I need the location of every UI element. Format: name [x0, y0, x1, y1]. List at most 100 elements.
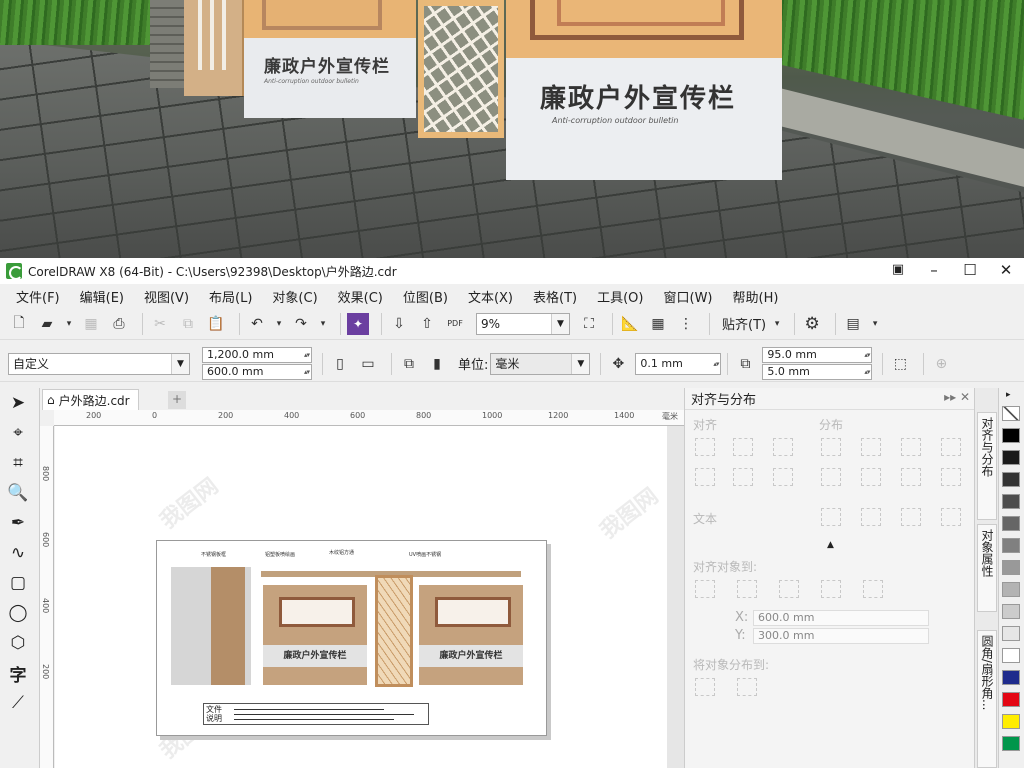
- palette-scroll-icon[interactable]: ▸: [1006, 390, 1011, 400]
- minimize-button[interactable]: –: [916, 258, 952, 284]
- app-launcher-icon[interactable]: ▤: [842, 313, 864, 335]
- text-last-line-icon[interactable]: [861, 508, 881, 526]
- undo-icon[interactable]: ↶: [246, 313, 268, 335]
- color-swatch[interactable]: [1002, 560, 1020, 575]
- ellipse-tool-icon[interactable]: ◯: [0, 598, 36, 628]
- freehand-tool-icon[interactable]: ✒: [0, 508, 36, 538]
- align-right-icon[interactable]: [773, 438, 793, 456]
- distribute-right-icon[interactable]: [901, 438, 921, 456]
- treat-as-filled-icon[interactable]: ⬚: [889, 353, 911, 375]
- distribute-middle-icon[interactable]: [861, 468, 881, 486]
- zoom-tool-icon[interactable]: 🔍: [0, 478, 36, 508]
- align-bottom-icon[interactable]: [773, 468, 793, 486]
- color-swatch[interactable]: [1002, 582, 1020, 597]
- tab-fillet-scallop[interactable]: 圆角/扇形角...: [977, 630, 997, 768]
- export-icon[interactable]: ⇧: [416, 313, 438, 335]
- artistic-media-icon[interactable]: ∿: [0, 538, 36, 568]
- snap-dropdown-icon[interactable]: ▾: [772, 313, 782, 335]
- account-icon[interactable]: ▣: [880, 258, 916, 284]
- snap-to-menu[interactable]: 贴齐(T): [722, 314, 766, 333]
- redo-dropdown-icon[interactable]: ▾: [318, 313, 328, 335]
- nudge-distance-field[interactable]: 0.1 mm: [635, 352, 722, 375]
- menu-item-9[interactable]: 工具(O): [587, 287, 653, 306]
- distribute-page-icon[interactable]: [737, 678, 757, 696]
- menu-item-5[interactable]: 效果(C): [328, 287, 393, 306]
- lattice-shape[interactable]: [375, 575, 413, 687]
- page-width-field[interactable]: 1,200.0 mm: [202, 347, 312, 363]
- menu-item-8[interactable]: 表格(T): [523, 287, 587, 306]
- menu-item-11[interactable]: 帮助(H): [723, 287, 789, 306]
- landscape-icon[interactable]: ▭: [357, 353, 379, 375]
- color-swatch[interactable]: [1002, 692, 1020, 707]
- rectangle-tool-icon[interactable]: ▢: [0, 568, 36, 598]
- new-tab-icon[interactable]: +: [168, 391, 186, 409]
- open-dropdown-icon[interactable]: ▾: [64, 313, 74, 335]
- menu-item-2[interactable]: 视图(V): [134, 287, 199, 306]
- text-baseline-icon[interactable]: [941, 508, 961, 526]
- launcher-dropdown-icon[interactable]: ▾: [870, 313, 880, 335]
- horizontal-ruler[interactable]: 200 0 200 400 600 800 1000 1200 1400 毫米: [54, 410, 684, 426]
- paste-icon[interactable]: 📋: [205, 313, 227, 335]
- print-icon[interactable]: ⎙: [108, 313, 130, 335]
- distribute-center-icon[interactable]: [861, 438, 881, 456]
- color-swatch[interactable]: [1002, 494, 1020, 509]
- menu-item-7[interactable]: 文本(X): [458, 287, 523, 306]
- document-page[interactable]: 廉政户外宣传栏 廉政户外宣传栏 不锈钢板框 铝塑板喷绘画 木纹铝方通 UV喷画不…: [156, 540, 547, 736]
- grid-icon[interactable]: ▦: [647, 313, 669, 335]
- save-icon[interactable]: ▦: [80, 313, 102, 335]
- full-screen-icon[interactable]: ⛶: [578, 313, 600, 335]
- redo-icon[interactable]: ↷: [290, 313, 312, 335]
- text-bbox-icon[interactable]: [901, 508, 921, 526]
- docker-close-icon[interactable]: ▸▸ ✕: [944, 390, 970, 404]
- tab-object-properties[interactable]: 对象属性: [977, 524, 997, 612]
- align-grid-icon[interactable]: [821, 580, 841, 598]
- pick-tool-icon[interactable]: ➤: [0, 388, 36, 418]
- color-swatch[interactable]: [1002, 714, 1020, 729]
- distribute-selection-icon[interactable]: [695, 678, 715, 696]
- align-page-edge-icon[interactable]: [779, 580, 799, 598]
- align-y-field[interactable]: 300.0 mm: [753, 628, 929, 644]
- polygon-tool-icon[interactable]: ⬡: [0, 628, 36, 658]
- all-pages-icon[interactable]: ⧉: [398, 353, 420, 375]
- parallel-dimension-icon[interactable]: ⟋: [0, 688, 36, 718]
- vertical-ruler[interactable]: 800 600 400 200: [40, 426, 54, 768]
- drawing-canvas[interactable]: 我图网 我图网 我图网 我图网 廉政户外宣传栏 廉政户外宣传栏 不锈钢板框 铝塑…: [55, 426, 684, 768]
- color-swatch[interactable]: [1002, 406, 1020, 421]
- text-tool-icon[interactable]: 字: [0, 658, 36, 688]
- new-document-icon[interactable]: 🗋: [8, 313, 30, 335]
- color-swatch[interactable]: [1002, 648, 1020, 663]
- menu-item-0[interactable]: 文件(F): [6, 287, 70, 306]
- tab-align-distribute[interactable]: 对齐与分布: [977, 412, 997, 520]
- distribute-top-icon[interactable]: [821, 468, 841, 486]
- undo-dropdown-icon[interactable]: ▾: [274, 313, 284, 335]
- menu-item-4[interactable]: 对象(C): [262, 287, 327, 306]
- page-size-preset[interactable]: 自定义 ▼: [8, 352, 190, 375]
- align-top-icon[interactable]: [695, 468, 715, 486]
- home-icon[interactable]: ⌂: [47, 393, 55, 407]
- distribute-spacing-icon[interactable]: [941, 438, 961, 456]
- portrait-icon[interactable]: ▯: [329, 353, 351, 375]
- current-page-icon[interactable]: ▮: [426, 353, 448, 375]
- cut-icon[interactable]: ✂: [149, 313, 171, 335]
- open-folder-icon[interactable]: ▰: [36, 313, 58, 335]
- crop-tool-icon[interactable]: ⌗: [0, 448, 36, 478]
- distribute-vspacing-icon[interactable]: [941, 468, 961, 486]
- align-left-icon[interactable]: [695, 438, 715, 456]
- guidelines-icon[interactable]: ⋮: [675, 313, 697, 335]
- align-selection-icon[interactable]: [737, 580, 757, 598]
- color-swatch[interactable]: [1002, 736, 1020, 751]
- color-swatch[interactable]: [1002, 604, 1020, 619]
- document-tab[interactable]: ⌂ 户外路边.cdr: [42, 389, 139, 410]
- distribute-bottom-icon[interactable]: [901, 468, 921, 486]
- import-icon[interactable]: ⇩: [388, 313, 410, 335]
- options-gear-icon[interactable]: ⚙: [801, 313, 823, 335]
- copy-icon[interactable]: ⧉: [177, 313, 199, 335]
- color-swatch[interactable]: [1002, 428, 1020, 443]
- duplicate-x-field[interactable]: 95.0 mm: [762, 347, 873, 363]
- color-swatch[interactable]: [1002, 538, 1020, 553]
- align-center-h-icon[interactable]: [733, 438, 753, 456]
- board-shape-2[interactable]: 廉政户外宣传栏: [419, 585, 523, 685]
- menu-item-10[interactable]: 窗口(W): [654, 287, 723, 306]
- duplicate-y-field[interactable]: 5.0 mm: [762, 364, 873, 380]
- color-swatch[interactable]: [1002, 450, 1020, 465]
